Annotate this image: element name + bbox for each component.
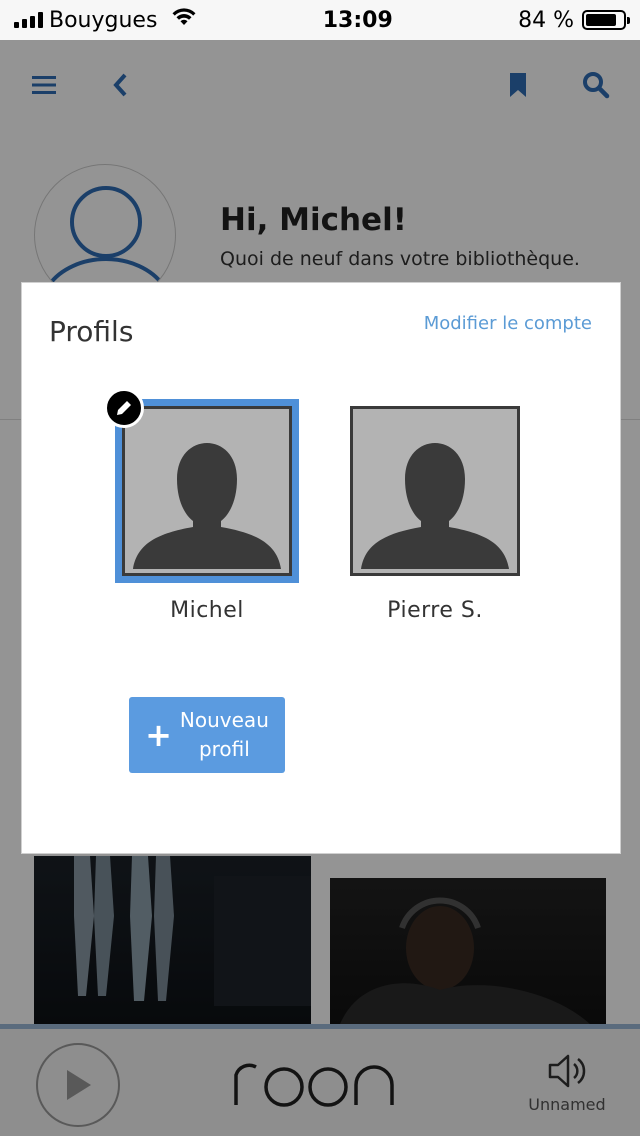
wifi-icon	[171, 7, 197, 33]
carrier-name: Bouygues	[49, 7, 158, 33]
new-profile-label: Nouveau profil	[179, 708, 269, 761]
dialog-title: Profils	[49, 315, 134, 348]
profile-avatar[interactable]	[350, 406, 520, 576]
plus-icon: +	[145, 716, 172, 754]
new-profile-button[interactable]: + Nouveau profil	[129, 697, 285, 773]
profile-name: Michel	[170, 598, 244, 623]
battery-percent: 84 %	[518, 7, 574, 33]
status-right: 84 %	[518, 7, 630, 33]
clock: 13:09	[322, 7, 393, 33]
person-placeholder-icon	[133, 443, 281, 569]
status-bar: Bouygues 13:09 84 %	[0, 0, 640, 40]
profile-name: Pierre S.	[387, 598, 483, 623]
edit-account-link[interactable]: Modifier le compte	[424, 313, 592, 334]
battery-icon	[581, 10, 630, 30]
profile-pierre[interactable]: Pierre S.	[340, 398, 530, 623]
pencil-icon[interactable]	[104, 388, 144, 428]
person-placeholder-icon	[361, 443, 509, 569]
profile-avatar[interactable]	[115, 399, 299, 583]
signal-icon	[14, 12, 43, 28]
status-left: Bouygues	[14, 7, 197, 33]
profile-michel[interactable]: Michel	[104, 388, 302, 623]
profiles-dialog: Profils Modifier le compte Michel Pierre…	[21, 282, 621, 854]
